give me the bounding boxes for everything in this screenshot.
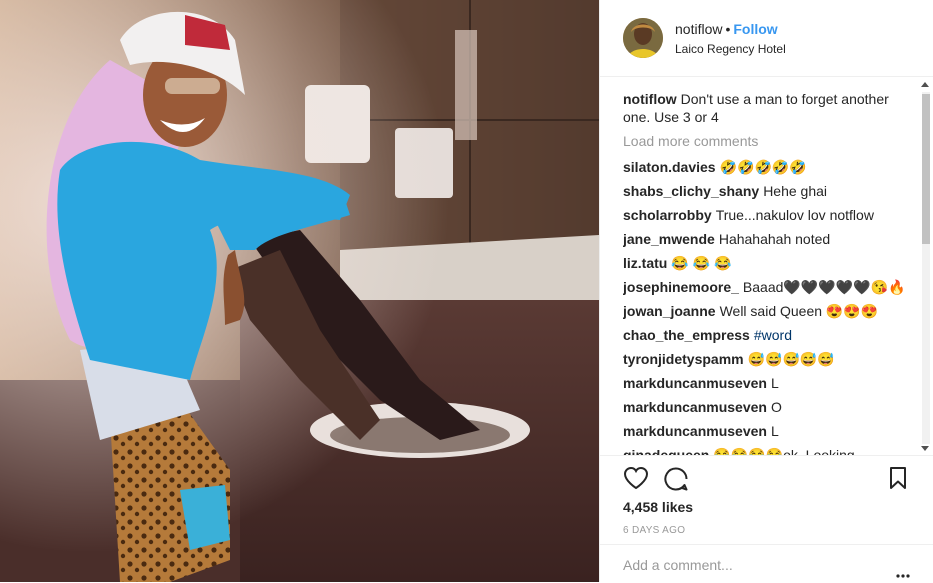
scroll-up-arrow-icon[interactable] — [921, 82, 929, 87]
comment-row: shabs_clichy_shany Hehe ghai — [623, 182, 913, 200]
comment-icon[interactable] — [663, 466, 689, 497]
comment-text: 🤣🤣🤣🤣🤣 — [719, 159, 807, 175]
header-username[interactable]: notiflow — [675, 21, 722, 37]
add-comment-section — [600, 544, 933, 582]
caption-username[interactable]: notiflow — [623, 91, 677, 107]
comment-text: Hehe ghai — [763, 183, 828, 199]
comment-text: 😂 😂 😂 — [671, 255, 732, 271]
scroll-thumb[interactable] — [922, 94, 930, 244]
more-options-icon[interactable] — [896, 565, 910, 583]
comment-username[interactable]: shabs_clichy_shany — [623, 183, 759, 199]
comment-username[interactable]: jane_mwende — [623, 231, 715, 247]
comment-text: Well said Queen 😍😍😍 — [719, 303, 879, 319]
location-link[interactable]: Laico Regency Hotel — [675, 42, 786, 56]
post-header: notiflow • Follow Laico Regency Hotel — [600, 0, 933, 77]
avatar[interactable] — [623, 18, 663, 58]
comment-text: 😅😅😅😅😅 — [747, 351, 835, 367]
comment-row: markduncanmuseven O — [623, 398, 913, 416]
comment-row: silaton.davies 🤣🤣🤣🤣🤣 — [623, 158, 913, 176]
comment-row: jowan_joanne Well said Queen 😍😍😍 — [623, 302, 913, 320]
post-photo-image — [0, 0, 599, 582]
comment-row: scholarrobby True...nakulov lov notflow — [623, 206, 913, 224]
comments-scrollbar[interactable] — [919, 80, 931, 454]
post-photo[interactable] — [0, 0, 599, 582]
heart-icon[interactable] — [623, 466, 649, 495]
load-more-comments-button[interactable]: Load more comments — [623, 132, 913, 150]
post-side-panel: notiflow • Follow Laico Regency Hotel noti… — [599, 0, 933, 582]
post-timestamp[interactable]: 6 DAYS AGO — [623, 525, 685, 536]
comment-row: markduncanmuseven L — [623, 374, 913, 392]
comment-username[interactable]: markduncanmuseven — [623, 399, 767, 415]
add-comment-input[interactable] — [623, 557, 873, 573]
comment-username[interactable]: markduncanmuseven — [623, 423, 767, 439]
comment-text: L — [770, 375, 779, 391]
comment-username[interactable]: scholarrobby — [623, 207, 712, 223]
comments-list[interactable]: notiflow Don't use a man to forget anothe… — [623, 85, 913, 455]
header-line: notiflow • Follow — [675, 21, 786, 37]
comment-text: Hahahahah noted — [718, 231, 831, 247]
comment-row: josephinemoore_ Baaad🖤🖤🖤🖤🖤😘🔥 — [623, 278, 913, 296]
bookmark-icon[interactable] — [888, 466, 908, 495]
comment-username[interactable]: markduncanmuseven — [623, 375, 767, 391]
scroll-down-arrow-icon[interactable] — [921, 446, 929, 451]
actions-divider — [600, 455, 933, 456]
header-text: notiflow • Follow Laico Regency Hotel — [675, 21, 786, 56]
likes-count[interactable]: 4,458 likes — [623, 499, 693, 515]
comment-username[interactable]: liz.tatu — [623, 255, 667, 271]
comment-username[interactable]: chao_the_empress — [623, 327, 750, 343]
comment-row: chao_the_empress #word — [623, 326, 913, 344]
comment-username[interactable]: tyronjidetyspamm — [623, 351, 744, 367]
comment-text: 😂😂😂😂ok. Looking — [713, 447, 855, 455]
comment-row: tyronjidetyspamm 😅😅😅😅😅 — [623, 350, 913, 368]
action-bar — [623, 466, 918, 492]
comment-text: L — [770, 423, 779, 439]
comment-text: O — [770, 399, 782, 415]
follow-button[interactable]: Follow — [733, 21, 777, 37]
comment-row: ginadequeen 😂😂😂😂ok. Looking — [623, 446, 913, 455]
comment-row: liz.tatu 😂 😂 😂 — [623, 254, 913, 272]
comment-row: markduncanmuseven L — [623, 422, 913, 440]
comment-username[interactable]: silaton.davies — [623, 159, 716, 175]
comment-username[interactable]: jowan_joanne — [623, 303, 716, 319]
comment-username[interactable]: josephinemoore_ — [623, 279, 739, 295]
header-separator: • — [725, 21, 731, 37]
hashtag-link[interactable]: #word — [754, 327, 792, 343]
avatar-image — [623, 18, 663, 58]
comment-text: Baaad🖤🖤🖤🖤🖤😘🔥 — [742, 279, 906, 295]
comment-row: jane_mwende Hahahahah noted — [623, 230, 913, 248]
comment-username[interactable]: ginadequeen — [623, 447, 709, 455]
comment-text: True...nakulov lov notflow — [715, 207, 874, 223]
caption: notiflow Don't use a man to forget anothe… — [623, 90, 913, 126]
